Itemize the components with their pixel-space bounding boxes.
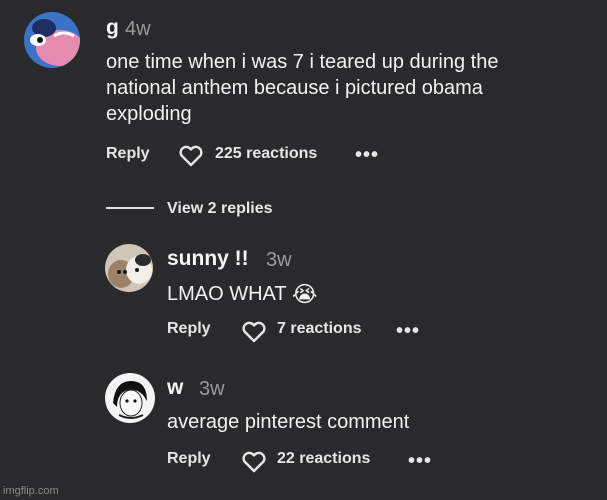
comment-body: LMAO WHAT 😭 [167,281,318,308]
divider [106,207,154,209]
more-icon[interactable]: ••• [396,321,420,341]
comment-timestamp: 3w [266,249,292,271]
comment-username[interactable]: g [106,16,119,40]
crying-emoji-icon: 😭 [291,281,318,307]
comment-username[interactable]: w [167,376,183,400]
reply-button[interactable]: Reply [167,319,211,339]
comment-username[interactable]: sunny !! [167,247,249,271]
comment-body: one time when i was 7 i teared up during… [106,49,586,127]
reply-button[interactable]: Reply [167,449,211,469]
reply-button[interactable]: Reply [106,144,150,164]
avatar-sunny[interactable] [105,244,153,292]
reactions-count[interactable]: 22 reactions [277,449,370,469]
comment-text-line: national anthem because i pictured obama [106,77,483,99]
comment-text: average pinterest comment [167,411,410,433]
avatar-w[interactable] [105,373,155,423]
heart-icon[interactable] [241,321,267,343]
more-icon[interactable]: ••• [408,451,432,471]
avatar-image [105,373,155,423]
watermark: imgflip.com [3,485,59,497]
avatar-image [105,244,153,292]
heart-icon[interactable] [178,145,204,167]
avatar-g[interactable] [24,12,80,68]
comment-text: LMAO WHAT [167,283,287,305]
comment-text-line: exploding [106,103,192,125]
reactions-count[interactable]: 225 reactions [215,144,317,164]
heart-icon[interactable] [241,451,267,473]
comment-timestamp: 4w [125,18,151,40]
reactions-count[interactable]: 7 reactions [277,319,361,339]
comment-timestamp: 3w [199,378,225,400]
avatar-image [24,12,80,68]
more-icon[interactable]: ••• [355,145,379,165]
comment-text-line: one time when i was 7 i teared up during… [106,51,499,73]
view-replies-button[interactable]: View 2 replies [167,199,273,219]
